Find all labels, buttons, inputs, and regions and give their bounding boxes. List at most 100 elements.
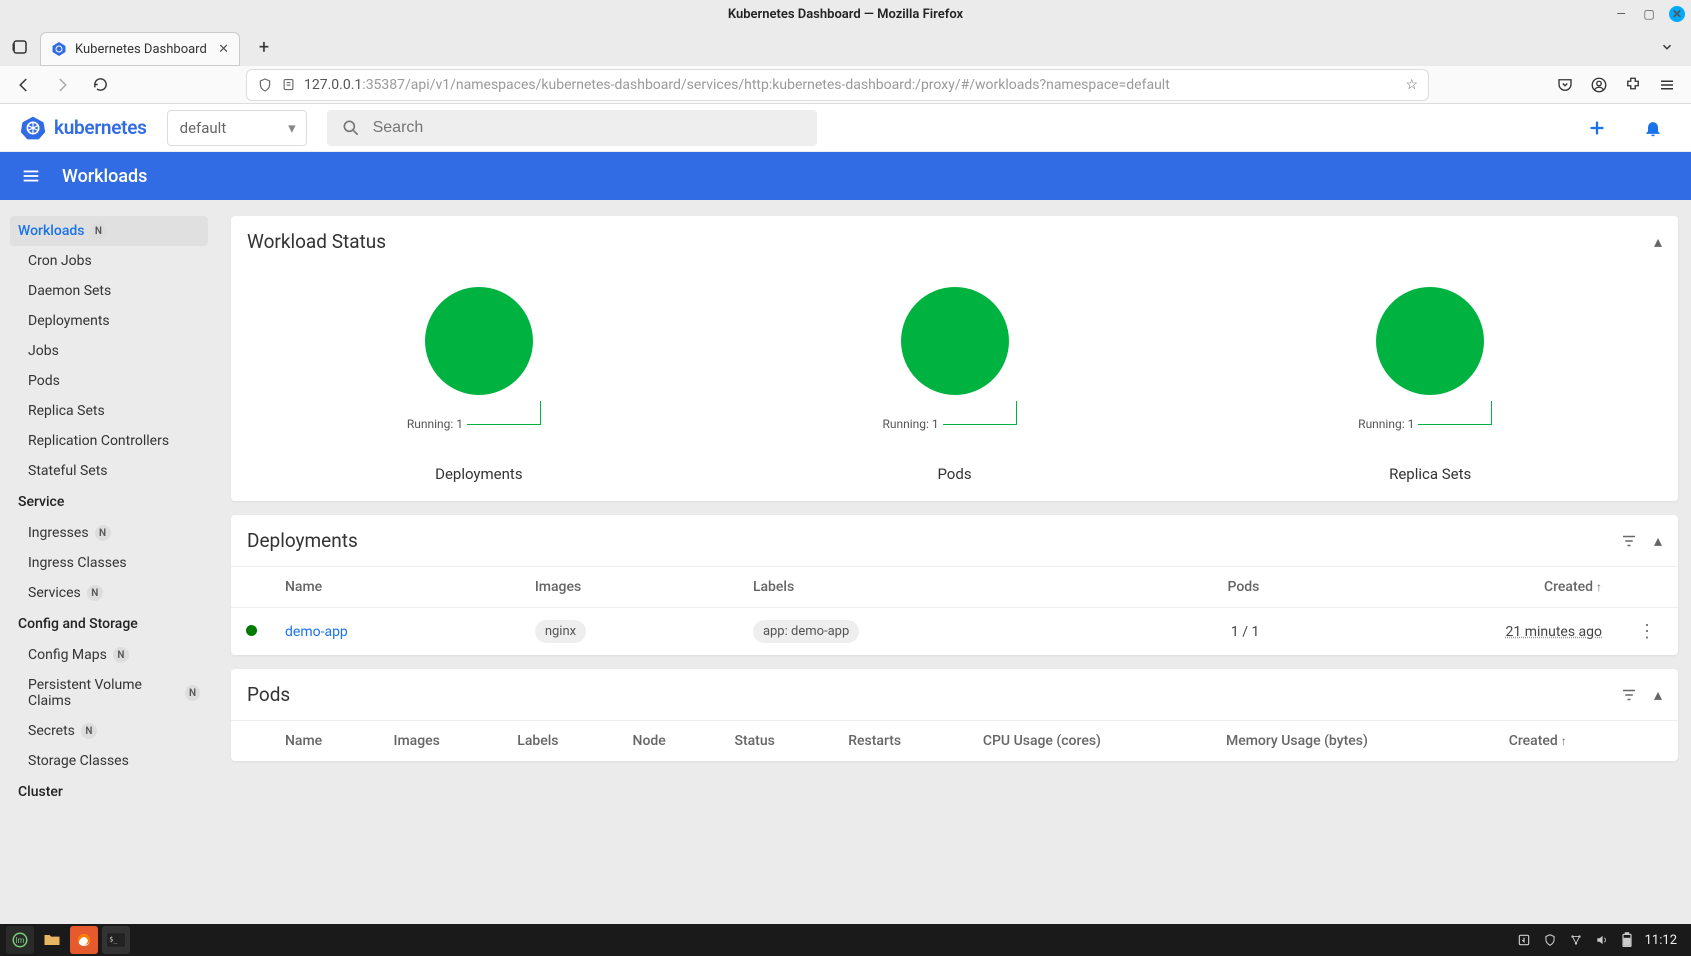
- sidebar-item-replica-sets[interactable]: Replica Sets: [10, 396, 208, 426]
- tab-close-icon[interactable]: ✕: [218, 42, 229, 57]
- recent-tabs-icon[interactable]: [6, 33, 34, 61]
- save-to-pocket-icon[interactable]: [1555, 75, 1575, 95]
- sidebar-item-ingresses[interactable]: IngressesN: [10, 518, 208, 548]
- collapse-icon[interactable]: ▴: [1654, 685, 1662, 704]
- os-taskbar: lm $_ 11:12: [0, 924, 1691, 956]
- row-menu-icon[interactable]: ⋮: [1630, 621, 1664, 642]
- col-cpu[interactable]: CPU Usage (cores): [969, 721, 1212, 762]
- url-text: 127.0.0.1:35387/api/v1/namespaces/kubern…: [304, 77, 1170, 93]
- close-icon[interactable]: ✕: [1669, 6, 1685, 22]
- reload-button[interactable]: [84, 69, 116, 101]
- sidebar-item-jobs[interactable]: Jobs: [10, 336, 208, 366]
- back-button[interactable]: [8, 69, 40, 101]
- sort-asc-icon: ↑: [1596, 580, 1602, 594]
- col-created[interactable]: Created↑: [1495, 721, 1638, 762]
- tray-clock[interactable]: 11:12: [1645, 933, 1677, 948]
- tray-network-icon[interactable]: [1569, 933, 1583, 947]
- minimize-icon[interactable]: —: [1613, 6, 1629, 22]
- browser-tab[interactable]: Kubernetes Dashboard ✕: [40, 32, 240, 66]
- extensions-icon[interactable]: [1623, 75, 1643, 95]
- card-title: Workload Status: [247, 230, 386, 253]
- bookmark-star-icon[interactable]: ☆: [1405, 77, 1418, 93]
- search-icon: [341, 118, 361, 138]
- col-restarts[interactable]: Restarts: [834, 721, 969, 762]
- tray-update-icon[interactable]: [1517, 933, 1531, 947]
- chart-pods: Running: 1 Pods: [727, 287, 1183, 483]
- tray-volume-icon[interactable]: [1595, 933, 1609, 947]
- all-tabs-button[interactable]: [1653, 33, 1681, 61]
- sidebar-heading-config[interactable]: Config and Storage: [10, 608, 208, 640]
- col-status[interactable]: Status: [720, 721, 834, 762]
- status-dot-icon: [246, 625, 257, 636]
- sidebar-item-replication-controllers[interactable]: Replication Controllers: [10, 426, 208, 456]
- sidebar-item-secrets[interactable]: SecretsN: [10, 716, 208, 746]
- sidebar-item-cron-jobs[interactable]: Cron Jobs: [10, 246, 208, 276]
- sidebar: Workloads N Cron Jobs Daemon Sets Deploy…: [0, 200, 218, 924]
- col-created[interactable]: Created↑: [1273, 567, 1616, 608]
- sidebar-item-storage-classes[interactable]: Storage Classes: [10, 746, 208, 776]
- col-name[interactable]: Name: [271, 721, 380, 762]
- os-titlebar: Kubernetes Dashboard — Mozilla Firefox —…: [0, 0, 1691, 28]
- sidebar-toggle-icon[interactable]: [20, 165, 42, 187]
- file-manager-icon[interactable]: [38, 926, 66, 954]
- sidebar-item-stateful-sets[interactable]: Stateful Sets: [10, 456, 208, 486]
- col-images[interactable]: Images: [521, 567, 739, 608]
- tray-battery-icon[interactable]: [1621, 932, 1633, 948]
- col-mem[interactable]: Memory Usage (bytes): [1212, 721, 1495, 762]
- deployment-name-link[interactable]: demo-app: [285, 624, 348, 640]
- sidebar-item-ingress-classes[interactable]: Ingress Classes: [10, 548, 208, 578]
- deployments-card: Deployments ▴ Name Images Labels Pods Cr…: [231, 515, 1678, 655]
- sidebar-heading-service[interactable]: Service: [10, 486, 208, 518]
- col-labels[interactable]: Labels: [739, 567, 1109, 608]
- col-name[interactable]: Name: [271, 567, 521, 608]
- maximize-icon[interactable]: ▢: [1641, 6, 1657, 22]
- namespace-select[interactable]: default ▾: [167, 110, 307, 146]
- start-menu-icon[interactable]: lm: [6, 926, 34, 954]
- forward-button[interactable]: [46, 69, 78, 101]
- sidebar-item-services[interactable]: ServicesN: [10, 578, 208, 608]
- hamburger-menu-icon[interactable]: [1657, 75, 1677, 95]
- shield-icon[interactable]: [257, 77, 273, 93]
- chart-deployments: Running: 1 Deployments: [251, 287, 707, 483]
- sidebar-item-deployments[interactable]: Deployments: [10, 306, 208, 336]
- pods-count: 1 / 1: [1109, 608, 1274, 656]
- label-chip: app: demo-app: [753, 620, 859, 643]
- collapse-icon[interactable]: ▴: [1654, 531, 1662, 550]
- sidebar-heading-cluster[interactable]: Cluster: [10, 776, 208, 808]
- account-icon[interactable]: [1589, 75, 1609, 95]
- sidebar-item-pods[interactable]: Pods: [10, 366, 208, 396]
- page-info-icon[interactable]: [281, 77, 296, 92]
- collapse-icon[interactable]: ▴: [1654, 232, 1662, 251]
- chart-replica-sets: Running: 1 Replica Sets: [1202, 287, 1658, 483]
- page-title: Workloads: [62, 166, 147, 187]
- firefox-icon[interactable]: [70, 926, 98, 954]
- filter-icon[interactable]: [1620, 531, 1638, 550]
- namespace-value: default: [180, 119, 227, 137]
- url-bar[interactable]: 127.0.0.1:35387/api/v1/namespaces/kubern…: [246, 69, 1429, 101]
- badge-n: N: [90, 223, 106, 239]
- sidebar-item-config-maps[interactable]: Config MapsN: [10, 640, 208, 670]
- deployments-table: Name Images Labels Pods Created↑ demo-ap…: [231, 566, 1678, 655]
- donut-icon: [425, 287, 533, 395]
- col-node[interactable]: Node: [619, 721, 721, 762]
- sidebar-item-pvc[interactable]: Persistent Volume ClaimsN: [10, 670, 208, 716]
- k8s-logo[interactable]: kubernetes: [20, 115, 147, 141]
- search-box[interactable]: [327, 110, 817, 146]
- notifications-icon[interactable]: [1635, 110, 1671, 146]
- pods-table: Name Images Labels Node Status Restarts …: [231, 720, 1678, 761]
- sidebar-item-daemon-sets[interactable]: Daemon Sets: [10, 276, 208, 306]
- terminal-icon[interactable]: $_: [102, 926, 130, 954]
- search-input[interactable]: [373, 119, 803, 137]
- col-labels[interactable]: Labels: [503, 721, 618, 762]
- new-tab-button[interactable]: +: [250, 33, 278, 61]
- filter-icon[interactable]: [1620, 685, 1638, 704]
- create-button[interactable]: [1579, 110, 1615, 146]
- col-pods[interactable]: Pods: [1109, 567, 1274, 608]
- sidebar-heading-workloads[interactable]: Workloads N: [10, 216, 208, 246]
- window-title: Kubernetes Dashboard — Mozilla Firefox: [728, 7, 963, 22]
- k8s-favicon-icon: [51, 41, 67, 57]
- workload-status-card: Workload Status ▴ Running: 1 Deployments: [231, 216, 1678, 501]
- col-images[interactable]: Images: [380, 721, 504, 762]
- table-row: demo-app nginx app: demo-app 1 / 1 21 mi…: [231, 608, 1678, 656]
- tray-shield-icon[interactable]: [1543, 933, 1557, 947]
